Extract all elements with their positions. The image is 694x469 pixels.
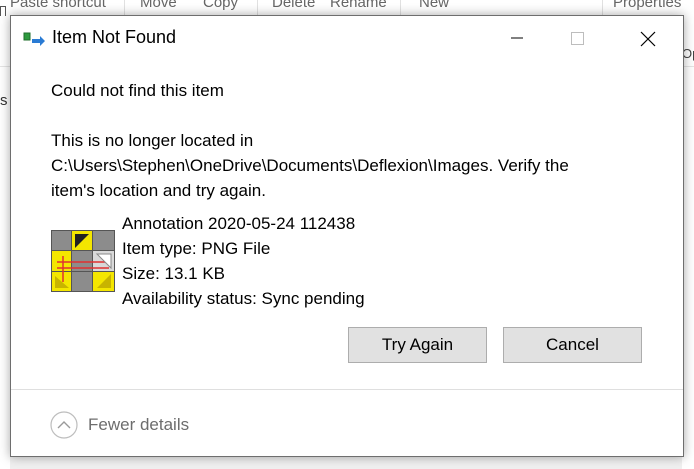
item-availability: Availability status: Sync pending xyxy=(122,289,365,308)
close-button[interactable] xyxy=(619,16,675,60)
footer-divider xyxy=(11,389,683,390)
ribbon-move[interactable]: Move xyxy=(140,0,177,11)
paste-icon xyxy=(0,6,6,16)
dialog-title: Item Not Found xyxy=(52,27,177,47)
ribbon-copy[interactable]: Copy xyxy=(203,0,238,11)
item-not-found-dialog: Item Not Found Could not find this item … xyxy=(10,15,684,457)
maximize-button[interactable] xyxy=(549,16,605,60)
close-icon xyxy=(640,31,656,47)
item-name: Annotation 2020-05-24 112438 xyxy=(122,214,356,233)
pane-divider xyxy=(0,66,10,67)
message-line: item's location and try again. xyxy=(51,181,266,200)
ribbon-rename[interactable]: Rename xyxy=(330,0,387,11)
minimize-icon xyxy=(511,37,523,39)
ribbon-delete[interactable]: Delete xyxy=(272,0,315,11)
fewer-details-label: Fewer details xyxy=(88,415,190,434)
ribbon-new[interactable]: New xyxy=(419,0,449,11)
cancel-button[interactable]: Cancel xyxy=(503,327,642,363)
dialog-titlebar[interactable]: Item Not Found xyxy=(11,16,683,60)
ribbon-separator xyxy=(400,0,401,16)
item-type: Item type: PNG File xyxy=(122,239,271,258)
maximize-icon xyxy=(571,32,584,45)
minimize-button[interactable] xyxy=(489,16,545,60)
ribbon-separator xyxy=(124,0,125,16)
file-thumbnail xyxy=(51,230,115,292)
ribbon-paste-shortcut[interactable]: Paste shortcut xyxy=(10,0,106,11)
background-left-pane: s xyxy=(0,16,10,469)
try-again-button[interactable]: Try Again xyxy=(348,327,487,363)
fewer-details-toggle[interactable]: Fewer details xyxy=(50,411,230,439)
item-size: Size: 13.1 KB xyxy=(122,264,226,283)
message-line: This is no longer located in xyxy=(51,131,254,150)
move-file-icon xyxy=(23,30,47,48)
background-fragment-left: s xyxy=(0,92,8,109)
chevron-up-circle-icon xyxy=(50,411,78,439)
ribbon-separator xyxy=(602,0,603,16)
ribbon-properties[interactable]: Properties xyxy=(613,0,681,11)
dialog-heading: Could not find this item xyxy=(51,81,224,100)
ribbon-separator xyxy=(257,0,258,16)
message-line: C:\Users\Stephen\OneDrive\Documents\Defl… xyxy=(51,156,569,175)
